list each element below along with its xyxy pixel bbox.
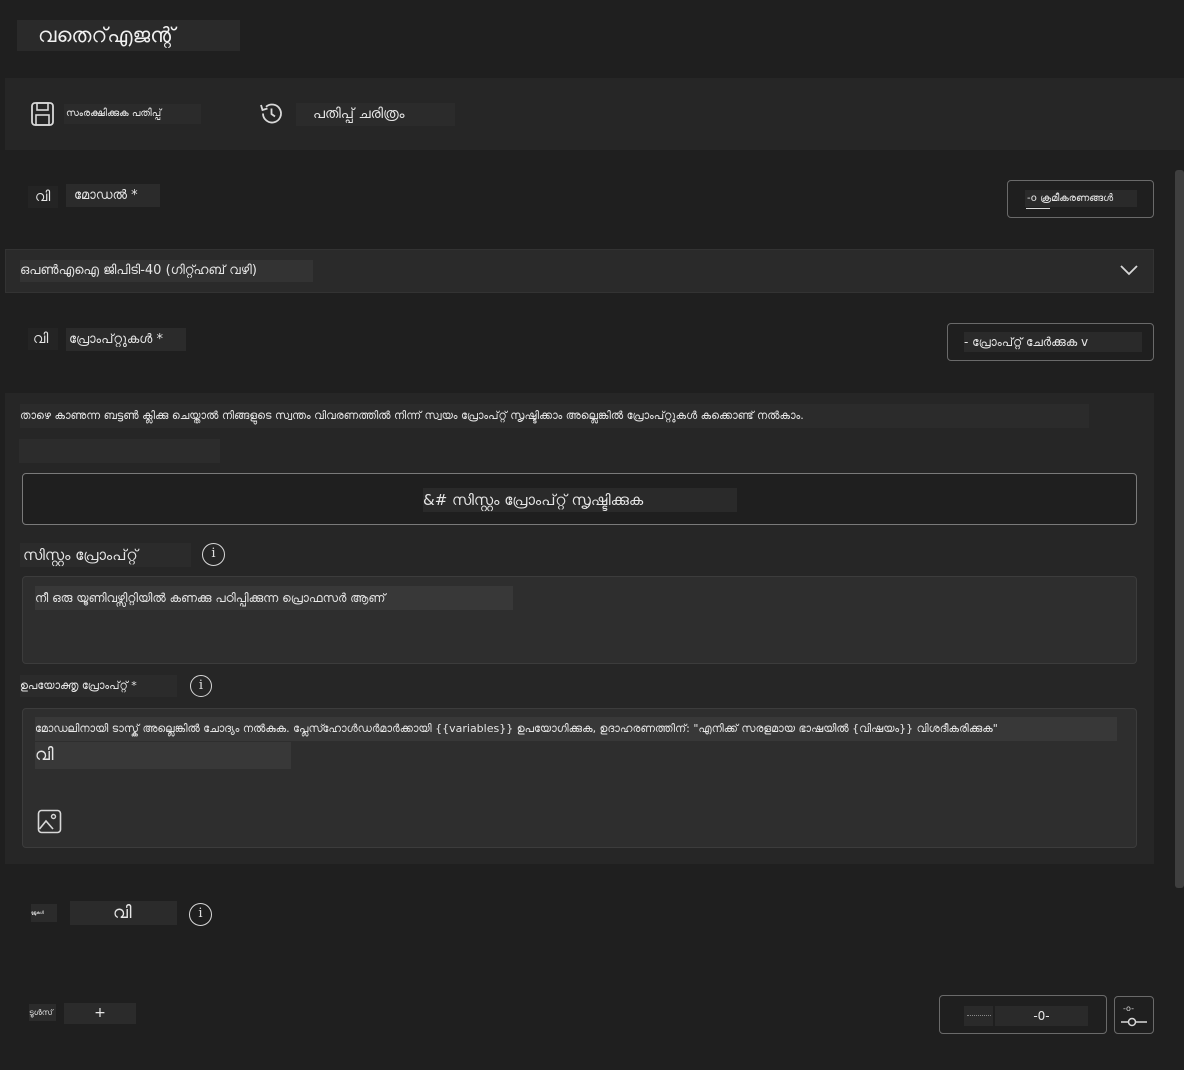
tools-label: ടൂൾസ്: [29, 1004, 56, 1021]
counter-small-block: [964, 1006, 993, 1026]
prompts-label: പ്രോംപ്റ്റുകൾ *: [66, 328, 186, 351]
history-icon[interactable]: [258, 100, 285, 127]
user-prompt-placeholder: മോഡലിനായി ടാസ്ക് അല്ലെങ്കിൽ ചോദ്യം നൽകുക…: [35, 717, 1117, 741]
settings-slider-icon[interactable]: -o-: [1114, 996, 1154, 1034]
user-prompt-label: ഉപയോക്തൃ പ്രോംപ്റ്റ് *: [20, 675, 177, 697]
model-label: മോഡൽ *: [66, 184, 160, 207]
system-prompt-value: നീ ഒരു യൂണിവഴ്സിറ്റിയിൽ കണക്കു പഠിപ്പിക്…: [35, 586, 513, 610]
system-prompt-info-icon[interactable]: i: [202, 543, 225, 566]
add-prompt-button[interactable]: - പ്രോംപ്റ്റ് ചേർക്കുക v: [947, 323, 1154, 361]
model-select-value: ഒപൺഎഐ ജിപിടി-40 (ഗിറ്റ്ഹബ് വഴി): [20, 260, 313, 282]
prompts-description: താഴെ കാണുന്ന ബട്ടൺ ക്ലിക്കു ചെയ്താൽ നിങ്…: [20, 404, 1089, 428]
tools-section-label: വി: [70, 901, 177, 925]
user-prompt-textarea[interactable]: മോഡലിനായി ടാസ്ക് അല്ലെങ്കിൽ ചോദ്യം നൽകുക…: [22, 708, 1137, 848]
counter-control[interactable]: -0-: [939, 995, 1107, 1034]
version-history-button[interactable]: പതിപ്പ് ചരിത്രം: [296, 103, 455, 126]
generate-system-prompt-button[interactable]: &# സിസ്റ്റം പ്രോംപ്റ്റ് സൃഷ്ടിക്കുക: [22, 473, 1137, 525]
description-placeholder-block: [19, 439, 220, 463]
user-prompt-info-icon[interactable]: i: [190, 675, 212, 697]
prompts-collapse-toggle[interactable]: വി: [28, 328, 58, 350]
slider-line-icon: [1026, 208, 1050, 212]
save-version-button[interactable]: സംരക്ഷിക്കുക പതിപ്പ്: [64, 104, 201, 124]
model-select[interactable]: ഒപൺഎഐ ജിപിടി-40 (ഗിറ്റ്ഹബ് വഴി): [5, 249, 1154, 293]
model-settings-label: -o ക്രമീകരണങ്ങൾ: [1025, 190, 1137, 207]
add-prompt-label: - പ്രോംപ്റ്റ് ചേർക്കുക v: [964, 332, 1142, 352]
chevron-down-icon: [1120, 264, 1138, 276]
scrollbar[interactable]: [1175, 170, 1184, 888]
tools-tiny-label: ടൂളുകൾ: [31, 904, 57, 922]
image-icon[interactable]: [37, 809, 62, 834]
svg-text:-o-: -o-: [1123, 1004, 1134, 1013]
user-prompt-cursor-text: വി: [35, 742, 291, 769]
system-prompt-textarea[interactable]: നീ ഒരു യൂണിവഴ്സിറ്റിയിൽ കണക്കു പഠിപ്പിക്…: [22, 576, 1137, 664]
counter-value: -0-: [995, 1006, 1088, 1026]
page-title: വതെറ്എജന്റ്: [17, 20, 240, 51]
tools-info-icon[interactable]: i: [189, 903, 212, 926]
generate-system-prompt-label: &# സിസ്റ്റം പ്രോംപ്റ്റ് സൃഷ്ടിക്കുക: [423, 488, 737, 512]
save-icon[interactable]: [30, 101, 55, 127]
counter-dots: [967, 1015, 991, 1017]
model-settings-button[interactable]: -o ക്രമീകരണങ്ങൾ: [1007, 180, 1154, 218]
system-prompt-label: സിസ്റ്റം പ്രോംപ്റ്റ്: [20, 543, 191, 567]
model-collapse-toggle[interactable]: വി: [28, 186, 58, 208]
add-tool-button[interactable]: +: [64, 1003, 136, 1024]
